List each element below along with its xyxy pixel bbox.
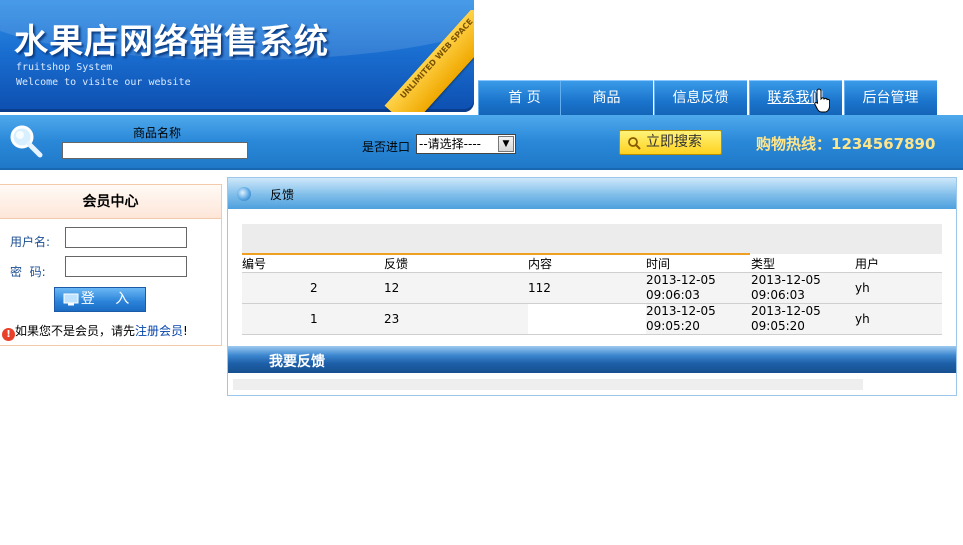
col-header-feedback: 反馈 — [384, 257, 409, 271]
corner-ribbon-badge: UNLIMITED WEB SPACE — [380, 10, 474, 112]
nav-home[interactable]: 首 页 — [478, 80, 571, 115]
cell-type: 2013-12-05 09:06:03 — [751, 272, 855, 304]
monitor-icon — [63, 293, 79, 306]
cell-type: 2013-12-05 09:05:20 — [751, 303, 855, 335]
product-name-label: 商品名称 — [133, 126, 182, 140]
search-icon — [628, 137, 641, 150]
chevron-down-icon: ▼ — [498, 136, 514, 152]
hotline-number: 1234567890 — [831, 135, 936, 153]
product-name-input[interactable] — [62, 142, 248, 159]
login-button[interactable]: 登 入 — [54, 287, 146, 312]
cell-feedback: 12 — [384, 272, 528, 304]
alert-icon: ! — [2, 328, 15, 341]
col-header-time: 时间 — [646, 257, 671, 271]
register-link[interactable]: 注册会员 — [135, 324, 183, 338]
nav-admin[interactable]: 后台管理 — [844, 80, 937, 115]
bullet-icon — [237, 187, 251, 201]
import-select[interactable]: --请选择---- ▼ — [416, 134, 516, 154]
hotline: 购物热线：1234567890 — [756, 135, 936, 153]
site-subtitle: fruitshop System — [16, 62, 113, 73]
submit-feedback-title: 我要反馈 — [269, 354, 325, 370]
site-welcome: Welcome to visite our website — [16, 77, 191, 88]
cell-user: yh — [855, 272, 942, 304]
feedback-table: 编号 反馈 内容 时间 类型 用户 2 12 112 2013-12-05 09:… — [242, 255, 942, 335]
cell-content: 112 — [528, 272, 646, 304]
username-input[interactable] — [65, 227, 187, 248]
password-input[interactable] — [65, 256, 187, 277]
feedback-form-placeholder — [233, 379, 863, 390]
cell-time: 2013-12-05 09:05:20 — [646, 303, 751, 335]
search-button[interactable]: 立即搜索 — [619, 130, 722, 155]
member-center: 会员中心 用户名: 密 码: 登 入 ! 如果您不是会员，请先注册会员! — [0, 184, 222, 346]
search-bar: 商品名称 是否进口 --请选择---- ▼ 立即搜索 购物热线：12345678… — [0, 115, 963, 170]
register-note: ! 如果您不是会员，请先注册会员! — [2, 322, 188, 341]
site-banner: 水果店网络销售系统 fruitshop System Welcome to vi… — [0, 0, 474, 112]
cell-time: 2013-12-05 09:06:03 — [646, 272, 751, 304]
hand-cursor-icon — [814, 88, 830, 113]
password-label: 密 码: — [10, 265, 46, 279]
cell-content — [528, 303, 646, 335]
submit-feedback-header: 我要反馈 — [228, 346, 956, 373]
col-header-id: 编号 — [242, 257, 267, 271]
feedback-panel-title: 反馈 — [270, 188, 295, 202]
table-header-row: 编号 反馈 内容 时间 类型 用户 — [242, 255, 942, 273]
magnifier-icon — [10, 125, 43, 158]
site-title: 水果店网络销售系统 — [14, 22, 329, 62]
import-label: 是否进口 — [362, 140, 411, 154]
col-header-type: 类型 — [751, 257, 776, 271]
nav-products[interactable]: 商品 — [560, 80, 653, 115]
table-row: 1 23 2013-12-05 09:05:20 2013-12-05 09:05:… — [242, 303, 942, 335]
cell-id: 2 — [242, 272, 384, 304]
cell-user: yh — [855, 303, 942, 335]
table-toolbar — [242, 224, 942, 254]
col-header-content: 内容 — [528, 257, 553, 271]
col-header-user: 用户 — [855, 257, 880, 271]
cell-feedback: 23 — [384, 303, 528, 335]
cell-id: 1 — [242, 303, 384, 335]
table-row: 2 12 112 2013-12-05 09:06:03 2013-12-05 09… — [242, 272, 942, 304]
feedback-panel: 反馈 编号 反馈 内容 时间 类型 用户 2 12 112 2013-12-05… — [227, 177, 957, 396]
nav-feedback[interactable]: 信息反馈 — [654, 80, 747, 115]
site-header: 水果店网络销售系统 fruitshop System Welcome to vi… — [0, 0, 963, 115]
member-center-title: 会员中心 — [0, 185, 221, 219]
feedback-panel-header: 反馈 — [228, 178, 956, 209]
username-label: 用户名: — [10, 235, 51, 249]
